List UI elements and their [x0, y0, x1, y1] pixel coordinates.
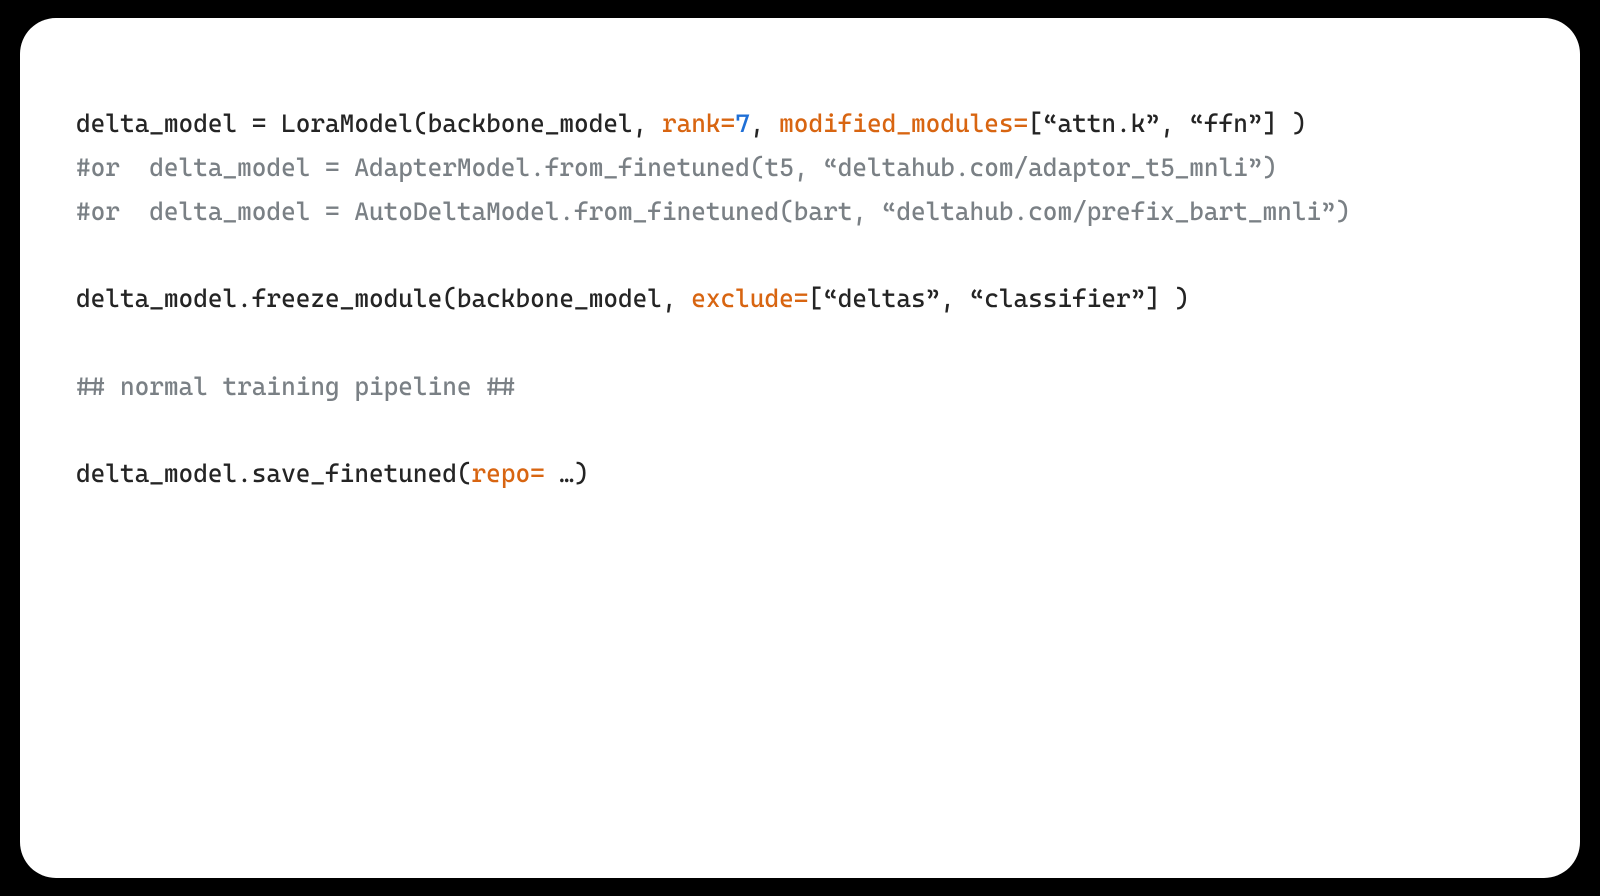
code-token: …)	[545, 459, 589, 488]
code-line	[76, 408, 1524, 452]
code-token: delta_model.freeze_module(backbone_model…	[76, 284, 691, 313]
code-token: ## normal training pipeline ##	[76, 372, 515, 401]
code-token: ,	[750, 109, 779, 138]
code-token: [“attn.k”, “ffn”] )	[1028, 109, 1306, 138]
code-token: #or delta_model = AdapterModel.from_fine…	[76, 153, 1277, 182]
code-line: ## normal training pipeline ##	[76, 365, 1524, 409]
code-token: modified_modules=	[779, 109, 1028, 138]
code-line: delta_model.freeze_module(backbone_model…	[76, 277, 1524, 321]
code-token: repo=	[472, 459, 545, 488]
code-token: #or delta_model = AutoDeltaModel.from_fi…	[76, 197, 1350, 226]
code-block: delta_model = LoraModel(backbone_model, …	[76, 102, 1524, 496]
code-token: rank=	[662, 109, 735, 138]
code-token: 7	[735, 109, 750, 138]
code-card: delta_model = LoraModel(backbone_model, …	[20, 18, 1580, 878]
code-token: exclude=	[691, 284, 808, 313]
code-line: #or delta_model = AdapterModel.from_fine…	[76, 146, 1524, 190]
code-line	[76, 321, 1524, 365]
code-line: delta_model = LoraModel(backbone_model, …	[76, 102, 1524, 146]
code-line: #or delta_model = AutoDeltaModel.from_fi…	[76, 190, 1524, 234]
code-line	[76, 233, 1524, 277]
code-token: [“deltas”, “classifier”] )	[808, 284, 1189, 313]
code-token: delta_model.save_finetuned(	[76, 459, 472, 488]
code-token: delta_model = LoraModel(backbone_model,	[76, 109, 662, 138]
code-line: delta_model.save_finetuned(repo= …)	[76, 452, 1524, 496]
